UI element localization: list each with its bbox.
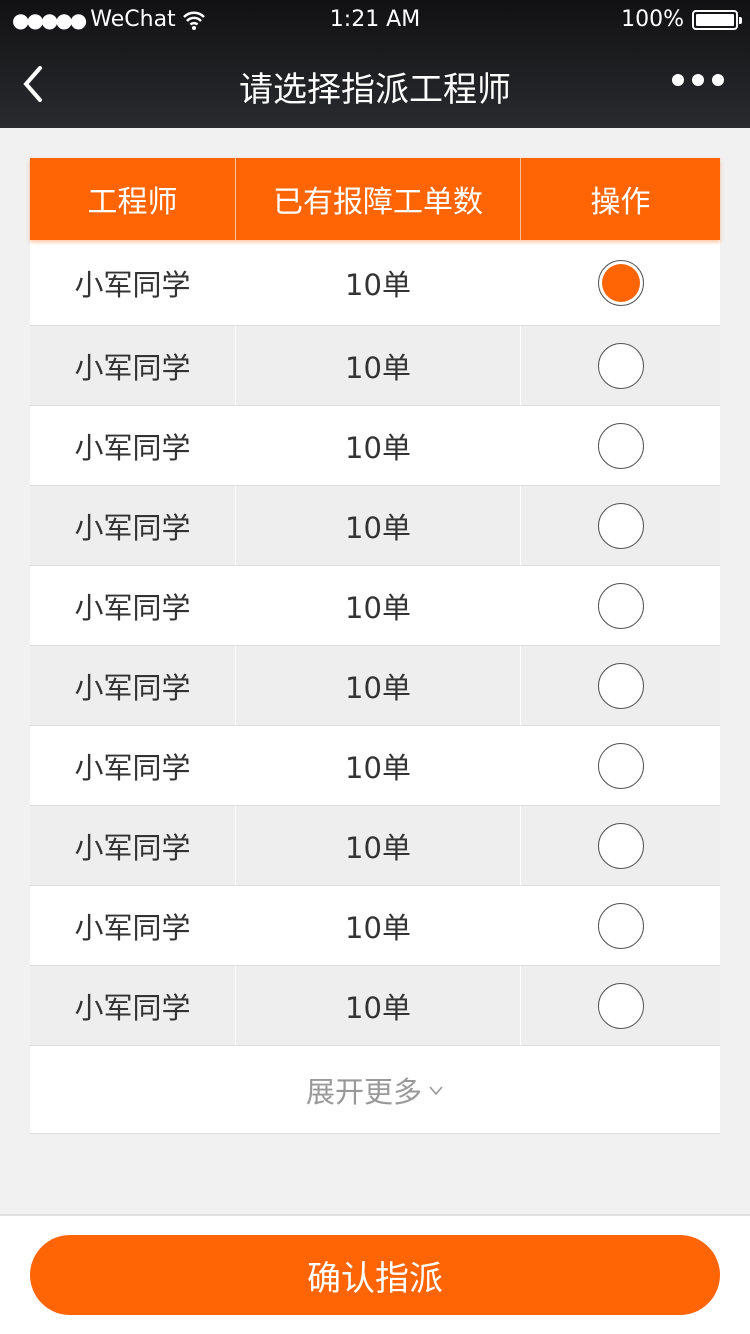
engineer-name: 小军同学 <box>30 486 235 565</box>
status-bar: ●●●●● WeChat 1:21 AM 100% <box>0 0 750 40</box>
table-row[interactable]: 小军同学 10单 <box>30 726 720 806</box>
engineer-name: 小军同学 <box>30 646 235 725</box>
engineer-name: 小军同学 <box>74 910 191 945</box>
select-radio[interactable] <box>597 982 644 1029</box>
engineer-name: 小军同学 <box>30 806 235 885</box>
engineer-name: 小军同学 <box>30 966 235 1045</box>
table-row[interactable]: 小军同学 10单 <box>30 886 720 966</box>
table-row[interactable]: 小军同学 10单 <box>30 240 720 326</box>
select-radio[interactable] <box>597 902 644 949</box>
order-count: 10单 <box>236 966 520 1045</box>
table-row[interactable]: 小军同学 10单 <box>30 486 720 566</box>
engineer-name: 小军同学 <box>74 590 191 625</box>
battery-icon <box>692 9 742 30</box>
order-count: 10单 <box>236 646 520 725</box>
order-count: 10单 <box>345 267 411 302</box>
order-count: 10单 <box>236 486 520 565</box>
table-row[interactable]: 小军同学 10单 <box>30 566 720 646</box>
order-count: 10单 <box>345 590 411 625</box>
engineer-name: 小军同学 <box>30 326 235 405</box>
expand-more-label: 展开更多 <box>305 1074 422 1109</box>
select-radio[interactable] <box>597 822 644 869</box>
order-count: 10单 <box>236 806 520 885</box>
table-row[interactable]: 小军同学 10单 <box>30 806 720 886</box>
select-radio[interactable] <box>597 342 644 389</box>
footer: 确认指派 <box>0 1214 750 1334</box>
order-count: 10单 <box>236 326 520 405</box>
header-order-count: 已有报障工单数 <box>236 158 520 240</box>
table-header: 工程师 已有报障工单数 操作 <box>30 158 720 240</box>
table-row[interactable]: 小军同学 10单 <box>30 326 720 406</box>
engineer-name: 小军同学 <box>74 430 191 465</box>
order-count: 10单 <box>345 430 411 465</box>
chevron-down-icon <box>429 1085 443 1095</box>
battery-text: 100% <box>621 7 684 32</box>
select-radio[interactable] <box>597 422 644 469</box>
header-action: 操作 <box>521 158 720 240</box>
page-title: 请选择指派工程师 <box>239 70 511 110</box>
header: ●●●●● WeChat 1:21 AM 100% 请选择指派工程师 <box>0 0 750 128</box>
order-count: 10单 <box>345 910 411 945</box>
order-count: 10单 <box>345 750 411 785</box>
engineer-table: 工程师 已有报障工单数 操作 小军同学 10单 小军同学 10单 小军同学 10单 小军同学… <box>30 158 720 1134</box>
confirm-assign-button[interactable]: 确认指派 <box>30 1235 720 1315</box>
expand-more-button[interactable]: 展开更多 <box>30 1046 720 1134</box>
engineer-name: 小军同学 <box>74 267 191 302</box>
select-radio[interactable] <box>597 742 644 789</box>
select-radio[interactable] <box>597 259 644 306</box>
select-radio[interactable] <box>597 582 644 629</box>
select-radio[interactable] <box>597 662 644 709</box>
more-icon[interactable] <box>672 74 724 86</box>
table-row[interactable]: 小军同学 10单 <box>30 966 720 1046</box>
header-engineer: 工程师 <box>30 158 235 240</box>
select-radio[interactable] <box>597 502 644 549</box>
engineer-name: 小军同学 <box>74 750 191 785</box>
table-row[interactable]: 小军同学 10单 <box>30 646 720 726</box>
table-row[interactable]: 小军同学 10单 <box>30 406 720 486</box>
